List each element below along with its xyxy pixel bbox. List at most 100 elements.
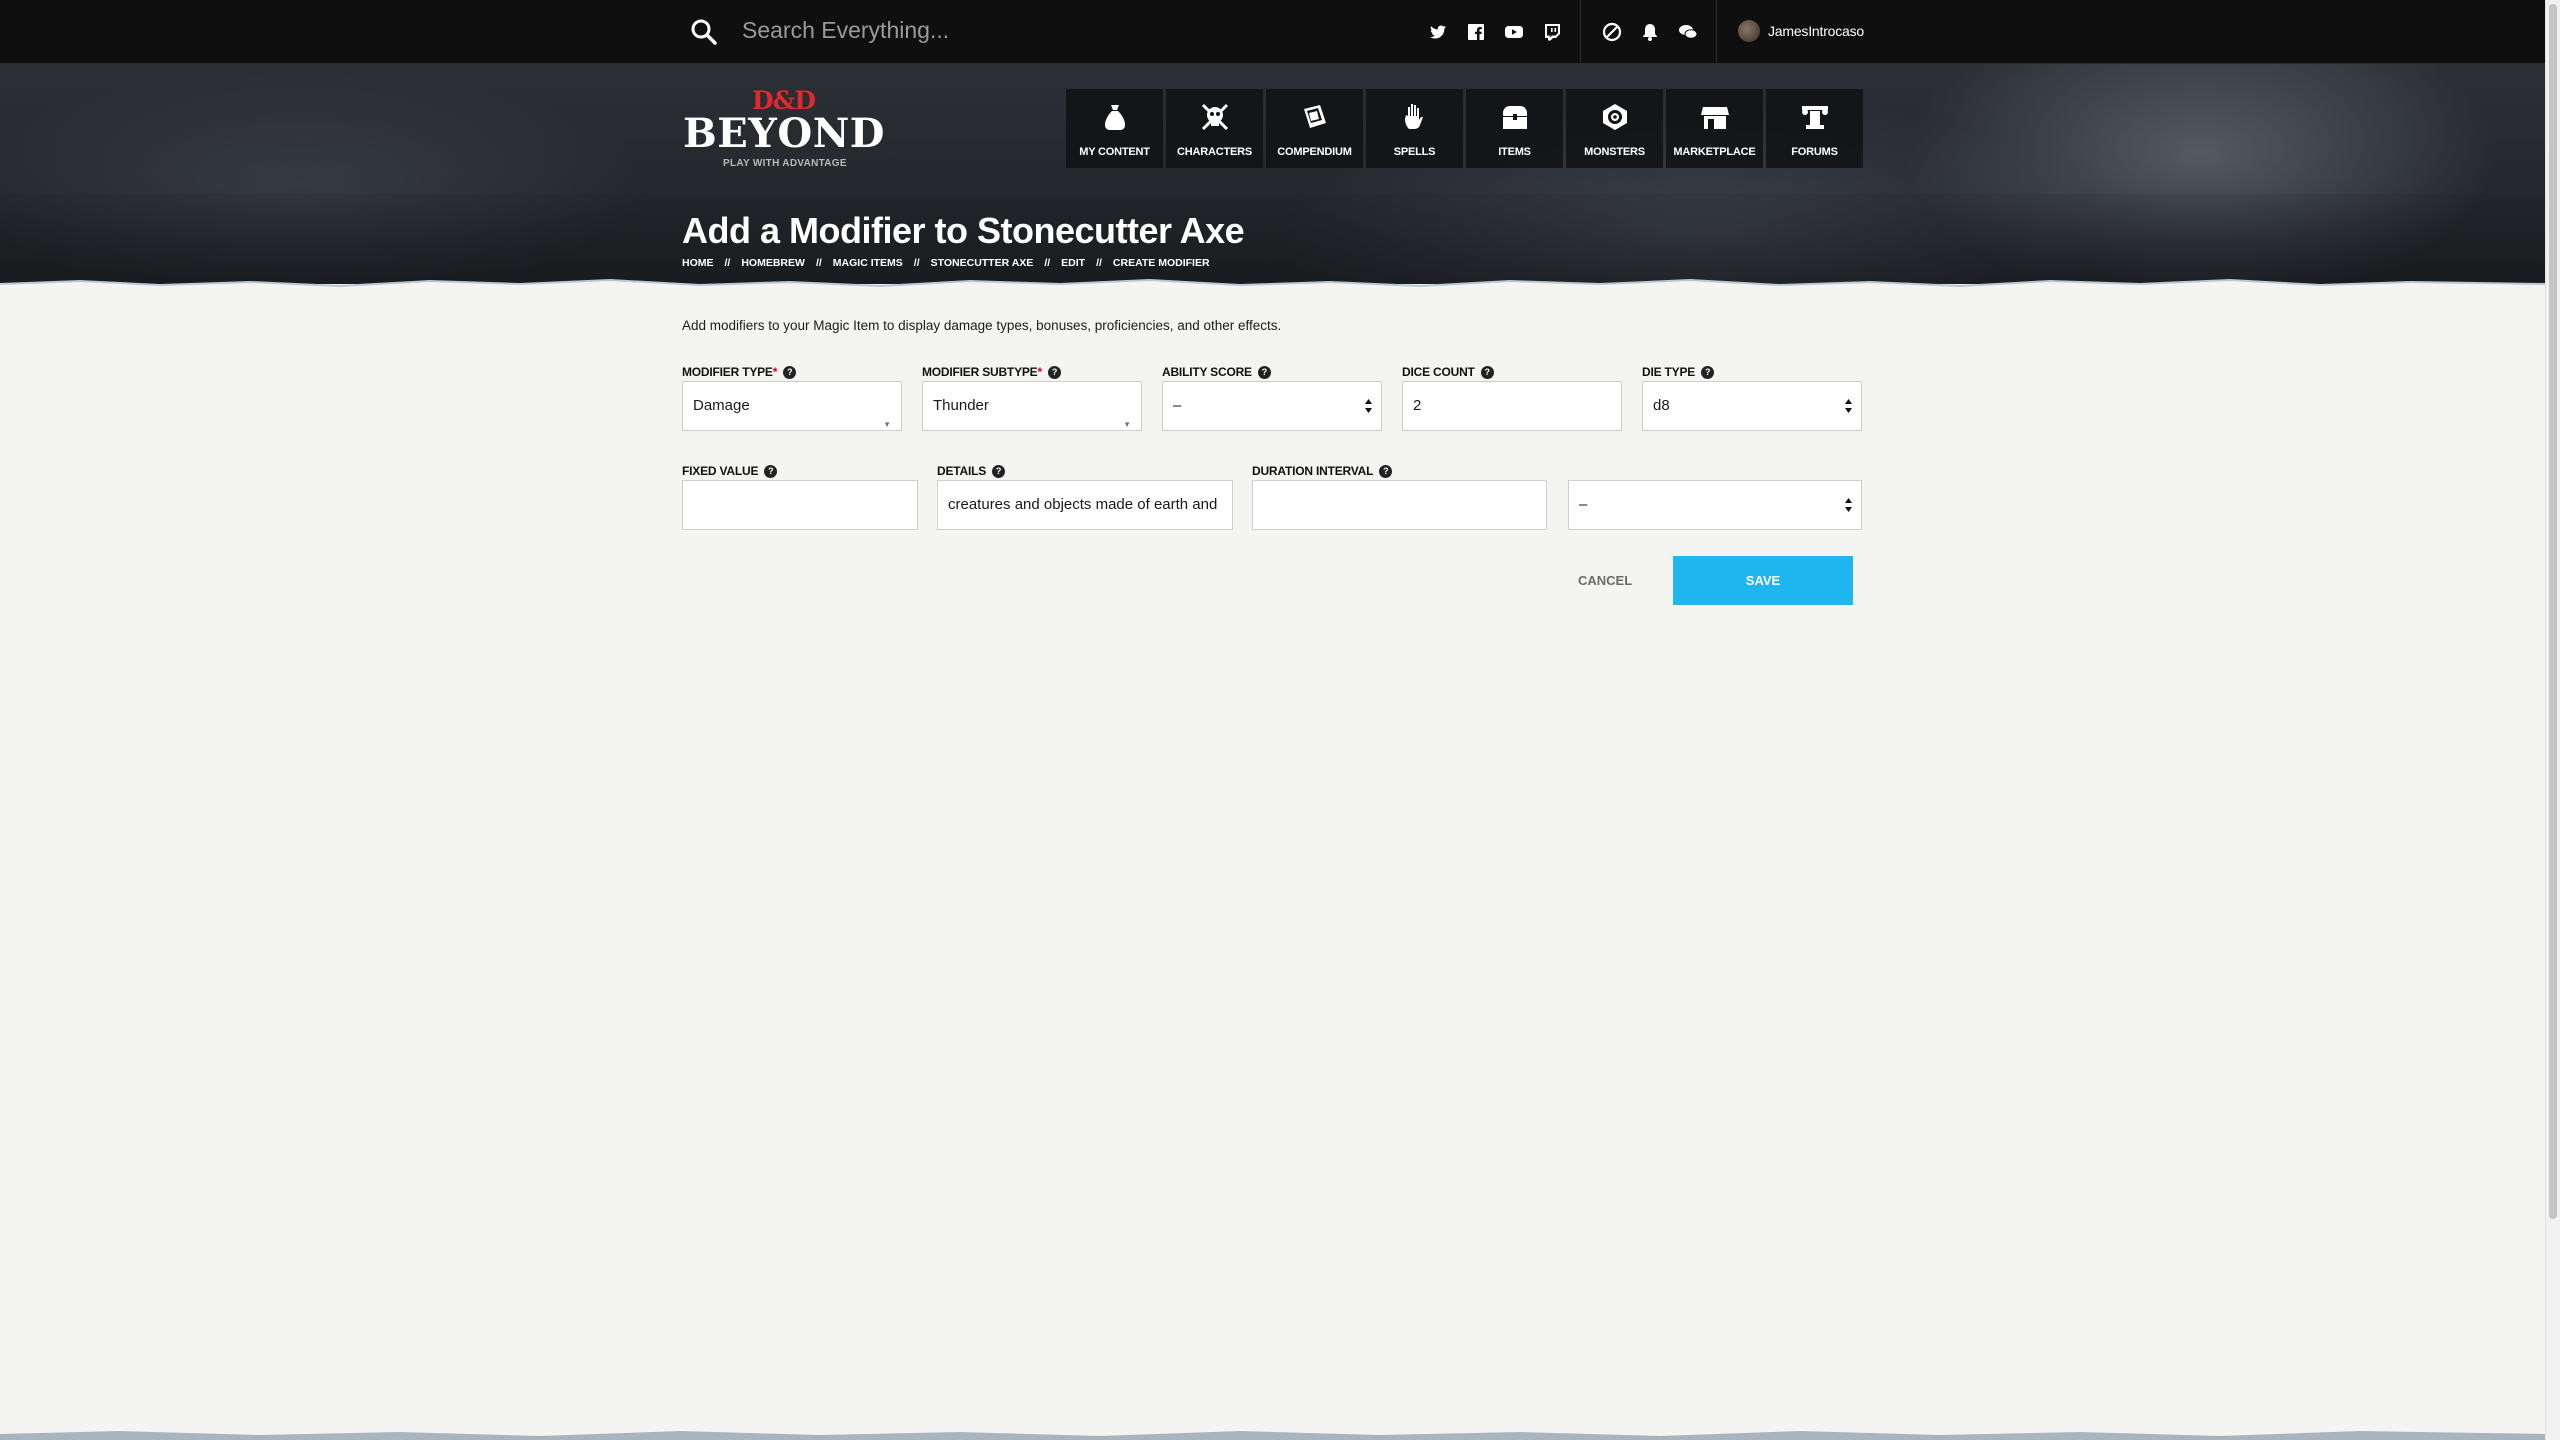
modifier-type-select[interactable]: Damage ▼ xyxy=(682,381,902,431)
bag-icon xyxy=(1105,105,1125,130)
breadcrumb-stonecutter-axe[interactable]: STONECUTTER AXE xyxy=(931,257,1034,269)
modifier-subtype-select[interactable]: Thunder ▼ xyxy=(922,381,1142,431)
modifier-type-value: Damage xyxy=(693,397,750,414)
breadcrumb-separator: // xyxy=(1044,257,1051,269)
modifier-subtype-value: Thunder xyxy=(933,397,989,414)
duration-interval-label: DURATION INTERVAL? xyxy=(1252,464,1393,478)
chest-icon xyxy=(1503,106,1527,129)
details-value: creatures and objects made of earth and xyxy=(948,496,1218,513)
nav-label: MY CONTENT xyxy=(1079,146,1150,158)
die-type-value: d8 xyxy=(1653,397,1670,414)
search-icon[interactable] xyxy=(690,18,718,46)
details-label: DETAILS? xyxy=(937,464,1006,478)
modifier-type-label: MODIFIER TYPE*? xyxy=(682,365,797,379)
twitch-icon[interactable] xyxy=(1542,22,1562,42)
dice-count-value: 2 xyxy=(1413,397,1422,414)
bell-icon[interactable] xyxy=(1640,22,1660,42)
footer-torn-edge xyxy=(0,1431,2545,1440)
dice-icon[interactable] xyxy=(1602,22,1622,42)
help-icon[interactable]: ? xyxy=(1480,366,1494,379)
torn-paper-edge xyxy=(0,278,2545,292)
header-shade xyxy=(0,194,2545,284)
select-updown-icon xyxy=(1845,399,1852,413)
label-text: MODIFIER SUBTYPE xyxy=(922,365,1038,379)
chevron-down-icon: ▼ xyxy=(883,420,891,429)
nav-characters[interactable]: CHARACTERS xyxy=(1166,89,1263,168)
label-text: FIXED VALUE xyxy=(682,464,759,478)
nav-label: COMPENDIUM xyxy=(1277,146,1352,158)
nav-items[interactable]: ITEMS xyxy=(1466,89,1563,168)
breadcrumb-separator: // xyxy=(913,257,920,269)
die-type-select[interactable]: d8 xyxy=(1642,381,1862,431)
save-button[interactable]: SAVE xyxy=(1673,556,1853,605)
breadcrumb-separator: // xyxy=(1096,257,1102,269)
label-text: MODIFIER TYPE xyxy=(682,365,773,379)
ability-score-value: – xyxy=(1173,397,1182,414)
nav-monsters[interactable]: MONSTERS xyxy=(1566,89,1663,168)
label-text: DICE COUNT xyxy=(1402,365,1475,379)
form-intro: Add modifiers to your Magic Item to disp… xyxy=(682,318,1282,333)
breadcrumb-home[interactable]: HOME xyxy=(682,257,714,269)
nav-compendium[interactable]: COMPENDIUM xyxy=(1266,89,1363,168)
label-text: DETAILS xyxy=(937,464,987,478)
scrollbar[interactable] xyxy=(2545,0,2560,1440)
help-icon[interactable]: ? xyxy=(783,366,797,379)
help-icon[interactable]: ? xyxy=(1701,366,1715,379)
youtube-icon[interactable] xyxy=(1504,22,1524,42)
twitter-icon[interactable] xyxy=(1428,22,1448,42)
fixed-value-input[interactable] xyxy=(682,480,918,530)
select-updown-icon xyxy=(1845,498,1852,512)
die-type-label: DIE TYPE? xyxy=(1642,365,1715,379)
breadcrumb: HOME // HOMEBREW // MAGIC ITEMS // STONE… xyxy=(682,257,1210,269)
nav-my-content[interactable]: MY CONTENT xyxy=(1066,89,1163,168)
dice-count-label: DICE COUNT? xyxy=(1402,365,1494,379)
page-title: Add a Modifier to Stonecutter Axe xyxy=(682,210,1245,251)
ability-score-select[interactable]: – xyxy=(1162,381,1382,431)
required-marker: * xyxy=(1037,365,1042,379)
fixed-value-label: FIXED VALUE? xyxy=(682,464,778,478)
facebook-icon[interactable] xyxy=(1466,22,1486,42)
help-icon[interactable]: ? xyxy=(992,465,1006,478)
logo-beyond[interactable]: BEYOND xyxy=(683,110,885,157)
breadcrumb-edit[interactable]: EDIT xyxy=(1061,257,1085,269)
nav-label: FORUMS xyxy=(1791,146,1838,158)
nav-spells[interactable]: SPELLS xyxy=(1366,89,1463,168)
nav-label: SPELLS xyxy=(1393,146,1436,158)
details-input[interactable]: creatures and objects made of earth and xyxy=(937,480,1233,530)
help-icon[interactable]: ? xyxy=(764,465,778,478)
nav-marketplace[interactable]: MARKETPLACE xyxy=(1666,89,1763,168)
label-text: DIE TYPE xyxy=(1642,365,1696,379)
duration-unit-value: – xyxy=(1579,496,1588,513)
logo-tagline: PLAY WITH ADVANTAGE xyxy=(723,158,847,169)
duration-interval-input[interactable] xyxy=(1252,480,1547,530)
select-updown-icon xyxy=(1365,399,1372,413)
topbar-divider xyxy=(1716,0,1717,64)
label-text: DURATION INTERVAL xyxy=(1252,464,1374,478)
nav-forums[interactable]: FORUMS xyxy=(1766,89,1863,168)
main-nav: MY CONTENT CHARACTERS COMPENDIUM SPELLS xyxy=(1066,89,1863,168)
help-icon[interactable]: ? xyxy=(1257,366,1271,379)
scrollbar-thumb[interactable] xyxy=(2549,4,2557,1219)
modifier-subtype-label: MODIFIER SUBTYPE*? xyxy=(922,365,1061,379)
duration-unit-select[interactable]: – xyxy=(1568,480,1862,530)
search-input[interactable]: Search Everything... xyxy=(742,17,949,44)
cancel-button[interactable]: CANCEL xyxy=(1578,573,1632,588)
chat-icon[interactable] xyxy=(1678,22,1698,42)
nav-label: CHARACTERS xyxy=(1176,146,1252,158)
breadcrumb-magic-items[interactable]: MAGIC ITEMS xyxy=(833,257,903,269)
breadcrumb-separator: // xyxy=(724,257,731,269)
breadcrumb-create-modifier: CREATE MODIFIER xyxy=(1112,257,1210,269)
avatar[interactable] xyxy=(1738,20,1760,42)
breadcrumb-homebrew[interactable]: HOMEBREW xyxy=(741,257,805,269)
required-marker: * xyxy=(772,365,778,379)
book-icon xyxy=(1304,105,1326,128)
username[interactable]: JamesIntrocaso xyxy=(1768,23,1864,39)
storefront-icon xyxy=(1701,107,1729,129)
help-icon[interactable]: ? xyxy=(1047,366,1061,379)
nav-label: ITEMS xyxy=(1498,146,1531,158)
help-icon[interactable]: ? xyxy=(1379,465,1393,478)
chevron-down-icon: ▼ xyxy=(1123,420,1131,429)
top-bar: Search Everything... JamesIntrocaso xyxy=(0,0,2545,64)
nav-label: MONSTERS xyxy=(1584,146,1645,158)
dice-count-input[interactable]: 2 xyxy=(1402,381,1622,431)
